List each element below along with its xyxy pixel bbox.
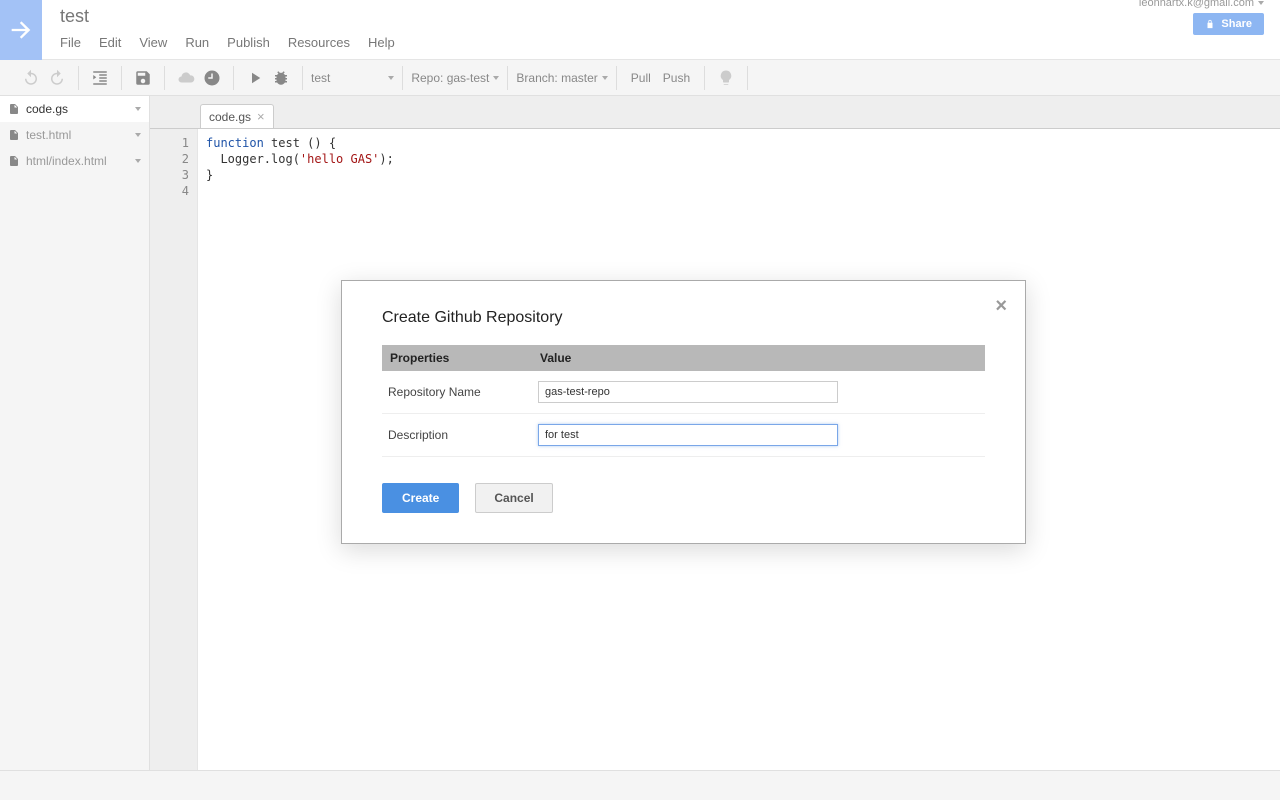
menu-help[interactable]: Help bbox=[368, 35, 395, 50]
chevron-down-icon[interactable] bbox=[135, 133, 141, 137]
col-value: Value bbox=[532, 345, 985, 371]
menu-resources[interactable]: Resources bbox=[288, 35, 350, 50]
description-input[interactable] bbox=[538, 424, 838, 446]
menu-bar: File Edit View Run Publish Resources Hel… bbox=[60, 28, 1280, 56]
tab-bar: code.gs × bbox=[150, 96, 1280, 128]
description-label: Description bbox=[382, 414, 532, 457]
editor-tab[interactable]: code.gs × bbox=[200, 104, 274, 128]
save-icon[interactable] bbox=[134, 69, 152, 87]
push-button[interactable]: Push bbox=[657, 71, 696, 85]
menu-file[interactable]: File bbox=[60, 35, 81, 50]
create-button[interactable]: Create bbox=[382, 483, 459, 513]
project-title[interactable]: test bbox=[60, 6, 89, 27]
branch-select[interactable]: Branch: master bbox=[516, 71, 607, 85]
repo-name-input[interactable] bbox=[538, 381, 838, 403]
file-item[interactable]: test.html bbox=[0, 122, 149, 148]
app-header: test leonhartx.k@gmail.com Share File Ed… bbox=[0, 0, 1280, 60]
dialog-title: Create Github Repository bbox=[382, 309, 985, 327]
clock-icon[interactable] bbox=[203, 69, 221, 87]
properties-table: Properties Value Repository Name Descrip… bbox=[382, 345, 985, 457]
line-gutter: 1 2 3 4 bbox=[150, 129, 198, 770]
footer-bar bbox=[0, 770, 1280, 800]
cancel-button[interactable]: Cancel bbox=[475, 483, 552, 513]
file-icon bbox=[8, 154, 20, 168]
close-icon[interactable]: × bbox=[995, 295, 1007, 318]
menu-run[interactable]: Run bbox=[185, 35, 209, 50]
file-icon bbox=[8, 128, 20, 142]
app-logo[interactable] bbox=[0, 0, 42, 60]
menu-view[interactable]: View bbox=[139, 35, 167, 50]
function-select[interactable]: test bbox=[311, 71, 394, 85]
chevron-down-icon bbox=[493, 76, 499, 80]
file-item[interactable]: html/index.html bbox=[0, 148, 149, 174]
pull-button[interactable]: Pull bbox=[625, 71, 657, 85]
menu-publish[interactable]: Publish bbox=[227, 35, 270, 50]
undo-icon[interactable] bbox=[22, 69, 40, 87]
repo-select[interactable]: Repo: gas-test bbox=[411, 71, 499, 85]
lightbulb-icon[interactable] bbox=[717, 69, 735, 87]
play-icon[interactable] bbox=[246, 69, 264, 87]
toolbar: test Repo: gas-test Branch: master Pull … bbox=[0, 60, 1280, 96]
redo-icon[interactable] bbox=[48, 69, 66, 87]
create-repo-dialog: × Create Github Repository Properties Va… bbox=[341, 280, 1026, 544]
indent-icon[interactable] bbox=[91, 69, 109, 87]
repo-name-label: Repository Name bbox=[382, 371, 532, 414]
debug-icon[interactable] bbox=[272, 69, 290, 87]
chevron-down-icon bbox=[602, 76, 608, 80]
chevron-down-icon bbox=[1258, 1, 1264, 5]
account-email[interactable]: leonhartx.k@gmail.com bbox=[1139, 0, 1264, 9]
cloud-icon[interactable] bbox=[177, 69, 195, 87]
chevron-down-icon[interactable] bbox=[135, 107, 141, 111]
arrow-right-icon bbox=[7, 16, 35, 44]
menu-edit[interactable]: Edit bbox=[99, 35, 121, 50]
file-icon bbox=[8, 102, 20, 116]
chevron-down-icon[interactable] bbox=[135, 159, 141, 163]
close-icon[interactable]: × bbox=[257, 109, 265, 124]
col-properties: Properties bbox=[382, 345, 532, 371]
file-sidebar: code.gs test.html html/index.html bbox=[0, 96, 150, 770]
file-item[interactable]: code.gs bbox=[0, 96, 149, 122]
chevron-down-icon bbox=[388, 76, 394, 80]
